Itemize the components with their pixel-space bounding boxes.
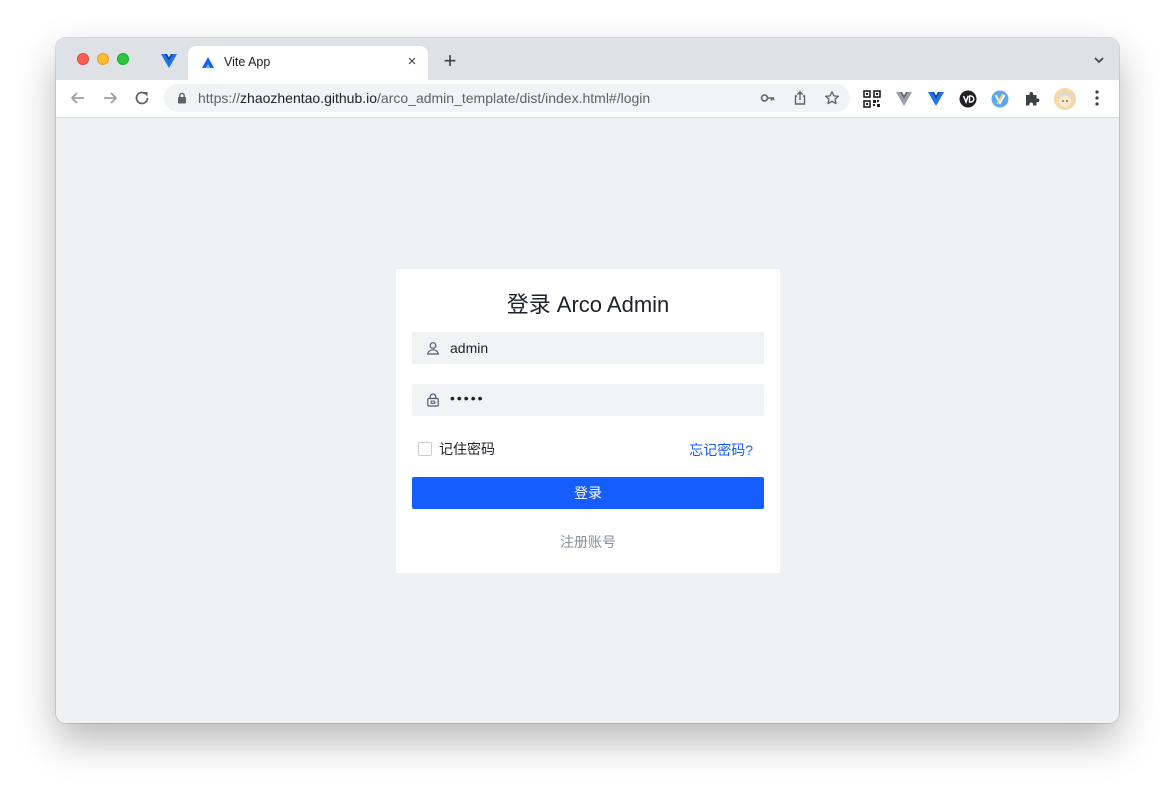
- zoom-window-button[interactable]: [117, 53, 129, 65]
- bookmark-star-icon[interactable]: [824, 90, 840, 106]
- remember-password-checkbox[interactable]: [418, 442, 432, 456]
- profile-avatar[interactable]: [1054, 88, 1076, 110]
- address-bar[interactable]: https://zhaozhentao.github.io/arco_admin…: [164, 84, 850, 112]
- more-menu-icon[interactable]: [1090, 89, 1104, 107]
- username-input[interactable]: admin: [412, 332, 764, 364]
- login-button[interactable]: 登录: [412, 477, 764, 509]
- password-value: •••••: [450, 390, 485, 406]
- qr-code-extension-icon[interactable]: [863, 90, 881, 108]
- forgot-password-link[interactable]: 忘记密码?: [689, 440, 753, 460]
- close-window-button[interactable]: [77, 53, 89, 65]
- arco-favicon-icon: [202, 57, 214, 68]
- username-value: admin: [450, 340, 489, 356]
- remember-password-label[interactable]: 记住密码: [439, 439, 495, 459]
- new-tab-button[interactable]: +: [440, 50, 460, 72]
- url-text[interactable]: https://zhaozhentao.github.io/arco_admin…: [198, 90, 650, 106]
- vd-extension-icon[interactable]: [959, 90, 977, 108]
- tab-close-icon[interactable]: ×: [404, 54, 420, 70]
- password-input[interactable]: •••••: [412, 384, 764, 416]
- extensions-puzzle-icon[interactable]: [1023, 90, 1041, 108]
- tab-search-chevron-icon[interactable]: [1093, 54, 1105, 66]
- url-scheme: https://: [198, 90, 241, 106]
- page-viewport: 登录 Arco Admin admin ••••• 记住密码 忘记密码? 登录 …: [56, 118, 1119, 723]
- reload-icon[interactable]: [132, 88, 152, 108]
- forward-arrow-icon[interactable]: [100, 88, 120, 108]
- profile-avatar-icon: [1054, 88, 1076, 110]
- user-icon: [427, 342, 439, 355]
- lock-icon[interactable]: [176, 92, 188, 104]
- tab-title: Vite App: [224, 55, 271, 69]
- login-card: 登录 Arco Admin admin ••••• 记住密码 忘记密码? 登录 …: [396, 269, 780, 573]
- vue-devtools-gray-extension-icon[interactable]: [895, 90, 913, 108]
- login-title: 登录 Arco Admin: [506, 292, 670, 317]
- back-arrow-icon[interactable]: [68, 88, 88, 108]
- vue-blue-extension-icon[interactable]: [991, 90, 1009, 108]
- register-account-link[interactable]: 注册账号: [396, 532, 780, 552]
- lock-icon: [427, 393, 439, 407]
- tab-strip: Vite App × +: [56, 38, 1119, 80]
- share-icon[interactable]: [792, 90, 808, 106]
- vue-devtools-tab-icon[interactable]: [160, 52, 178, 70]
- active-tab[interactable]: Vite App ×: [188, 46, 428, 80]
- minimize-window-button[interactable]: [97, 53, 109, 65]
- key-icon[interactable]: [760, 90, 776, 106]
- url-path: /arco_admin_template/dist/index.html#/lo…: [377, 90, 651, 106]
- url-host: zhaozhentao.github.io: [240, 90, 378, 106]
- vue-devtools-extension-icon[interactable]: [927, 90, 945, 108]
- browser-window: Vite App × + https://zhaozhentao.github.…: [56, 38, 1119, 723]
- browser-toolbar: https://zhaozhentao.github.io/arco_admin…: [56, 80, 1119, 118]
